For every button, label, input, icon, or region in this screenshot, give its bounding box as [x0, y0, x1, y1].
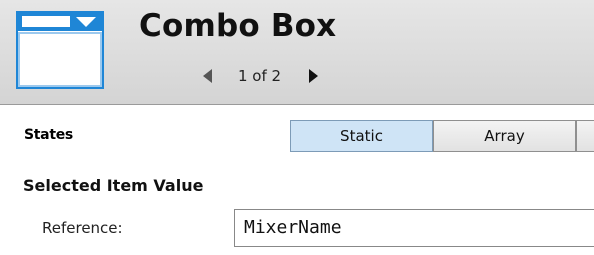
reference-input[interactable]: MixerName — [234, 209, 594, 247]
selected-item-value-heading: Selected Item Value — [23, 176, 204, 195]
combo-box-window-icon — [16, 11, 104, 89]
states-label: States — [24, 127, 73, 143]
state-third-button[interactable] — [576, 120, 594, 152]
previous-page-icon[interactable] — [203, 69, 212, 83]
reference-label: Reference: — [42, 219, 123, 237]
pager: 1 of 2 — [203, 64, 319, 88]
header-panel: Combo Box 1 of 2 — [0, 0, 594, 105]
page-title: Combo Box — [139, 8, 337, 44]
next-page-icon[interactable] — [309, 69, 319, 83]
state-static-button[interactable]: Static — [290, 120, 433, 152]
page-indicator: 1 of 2 — [238, 67, 282, 85]
state-array-button[interactable]: Array — [433, 120, 576, 152]
